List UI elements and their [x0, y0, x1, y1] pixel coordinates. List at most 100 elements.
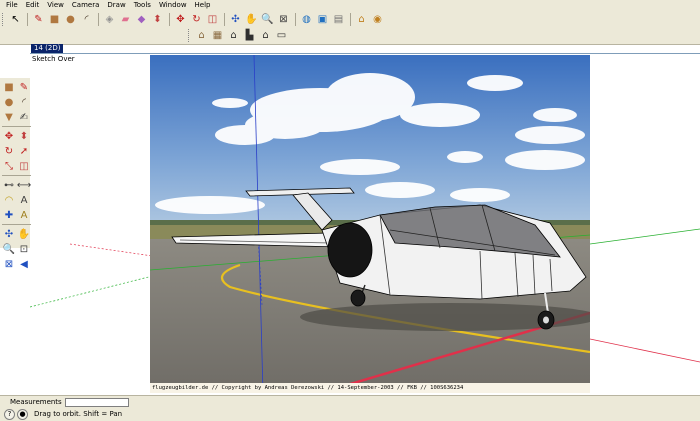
- back-view-button[interactable]: ⌂: [258, 28, 273, 43]
- toolbar-separator: [169, 13, 170, 26]
- circle-icon: ●: [66, 14, 75, 25]
- sidebar-previous-view-tool[interactable]: ◀: [17, 257, 31, 271]
- 3d-text-icon: A: [20, 209, 28, 221]
- iso-view-button[interactable]: ⌂: [194, 28, 209, 43]
- offset-icon: ◫: [207, 14, 218, 25]
- push-pull-tool[interactable]: ⬍: [150, 12, 165, 27]
- offset-icon: ◫: [19, 160, 29, 172]
- scene-tab[interactable]: 14 (2D): [31, 44, 64, 53]
- sidebar-separator: [2, 175, 31, 176]
- menu-help[interactable]: Help: [191, 0, 215, 10]
- toolbar-grip[interactable]: [188, 29, 192, 42]
- rotate-tool[interactable]: ↻: [189, 12, 204, 27]
- zoom-window-icon: ⊡: [19, 243, 29, 255]
- reference-photo: flugzeugbilder.de // Copyright by Andrea…: [150, 55, 590, 393]
- sidebar-zoom-tool[interactable]: 🔍: [2, 242, 16, 256]
- menu-tools[interactable]: Tools: [130, 0, 155, 10]
- sidebar-zoom-window-tool[interactable]: ⊡: [17, 242, 31, 256]
- menu-camera[interactable]: Camera: [68, 0, 103, 10]
- axes-icon: ✚: [4, 209, 14, 221]
- arc-icon: ◜: [84, 14, 89, 25]
- components-tool[interactable]: ▤: [331, 12, 346, 27]
- menu-view[interactable]: View: [43, 0, 68, 10]
- paint-bucket-tool[interactable]: ◆: [134, 12, 149, 27]
- sidebar-dimension-tool[interactable]: ⟷: [17, 178, 31, 192]
- previous-view-icon: ◀: [20, 258, 28, 270]
- sidebar-circle-tool[interactable]: ●: [2, 95, 16, 109]
- rectangle-tool[interactable]: ■: [47, 12, 62, 27]
- toolbar-separator: [27, 13, 28, 26]
- component-icon: ◈: [105, 14, 114, 25]
- menu-file[interactable]: File: [2, 0, 22, 10]
- sidebar-line-tool[interactable]: ✎: [17, 80, 31, 94]
- extension-icon: ◉: [373, 14, 382, 25]
- magnifier-icon: 🔍: [261, 14, 274, 25]
- sidebar-3d-text-tool[interactable]: A: [17, 208, 31, 222]
- move-icon: ✥: [176, 14, 185, 25]
- globe-icon: ◍: [302, 14, 311, 25]
- left-view-button[interactable]: ▭: [274, 28, 289, 43]
- photo-credit: flugzeugbilder.de // Copyright by Andrea…: [150, 383, 590, 393]
- sidebar-pan-tool[interactable]: ✋: [17, 227, 31, 241]
- get-models-tool[interactable]: ◍: [299, 12, 314, 27]
- sidebar-axes-tool[interactable]: ✚: [2, 208, 16, 222]
- front-view-button[interactable]: ⌂: [226, 28, 241, 43]
- sidebar-separator: [2, 126, 31, 127]
- front-view-icon: ⌂: [230, 30, 237, 41]
- main-wheel: [350, 289, 366, 307]
- right-view-button[interactable]: ▙: [242, 28, 257, 43]
- sidebar-orbit-tool[interactable]: ✣: [2, 227, 16, 241]
- top-view-button[interactable]: ▦: [210, 28, 225, 43]
- menu-edit[interactable]: Edit: [22, 0, 44, 10]
- rotate-icon: ↻: [192, 14, 201, 25]
- eraser-tool[interactable]: ▰: [118, 12, 133, 27]
- sidebar-push-pull-tool[interactable]: ⬍: [17, 129, 31, 143]
- sidebar-follow-me-tool[interactable]: ➚: [17, 144, 31, 158]
- hand-icon: ✋: [245, 14, 258, 25]
- sidebar-scale-tool[interactable]: ⤡: [2, 159, 16, 173]
- circle-tool[interactable]: ●: [63, 12, 78, 27]
- line-tool[interactable]: ✎: [31, 12, 46, 27]
- main-toolbar: ↖ ✎ ■ ● ◜ ◈ ▰ ◆ ⬍ ✥ ↻ ◫ ✣ ✋ 🔍 ⊠ ◍ ▣ ▤ ⌂ ◉: [2, 11, 386, 28]
- zoom-extents-tool[interactable]: ⊠: [276, 12, 291, 27]
- sidebar-rectangle-tool[interactable]: ■: [2, 80, 16, 94]
- sidebar-rotate-tool[interactable]: ↻: [2, 144, 16, 158]
- share-model-tool[interactable]: ▣: [315, 12, 330, 27]
- measurements-input[interactable]: [64, 397, 129, 407]
- select-tool[interactable]: ↖: [8, 12, 23, 27]
- sidebar-tape-measure-tool[interactable]: ⊷: [2, 178, 16, 192]
- pan-icon: ✋: [17, 228, 31, 240]
- follow-me-icon: ➚: [19, 145, 29, 157]
- geolocation-icon[interactable]: ●: [17, 408, 28, 420]
- warehouse-tool[interactable]: ⌂: [354, 12, 369, 27]
- orbit-tool[interactable]: ✣: [228, 12, 243, 27]
- make-component-tool[interactable]: ◈: [102, 12, 117, 27]
- move-tool[interactable]: ✥: [173, 12, 188, 27]
- sidebar-freehand-tool[interactable]: ✍: [17, 110, 31, 124]
- rectangle-icon: ■: [49, 14, 60, 25]
- engine-cowl: [327, 222, 373, 278]
- toolbar-grip[interactable]: [2, 13, 6, 26]
- sidebar-arc-tool[interactable]: ◜: [17, 95, 31, 109]
- orbit-icon: ✣: [4, 228, 14, 240]
- zoom-tool[interactable]: 🔍: [260, 12, 275, 27]
- sidebar-zoom-extents-tool[interactable]: ⊠: [2, 257, 16, 271]
- help-icon[interactable]: ?: [4, 408, 15, 420]
- menu-draw[interactable]: Draw: [103, 0, 129, 10]
- sidebar-move-tool[interactable]: ✥: [2, 129, 16, 143]
- house-icon: ⌂: [358, 14, 365, 25]
- pan-tool[interactable]: ✋: [244, 12, 259, 27]
- arc-tool[interactable]: ◜: [79, 12, 94, 27]
- offset-tool[interactable]: ◫: [205, 12, 220, 27]
- sidebar-offset-tool[interactable]: ◫: [17, 159, 31, 173]
- zoom-extents-icon: ⊠: [4, 258, 14, 270]
- menu-window[interactable]: Window: [155, 0, 191, 10]
- tape-measure-icon: ⊷: [4, 179, 14, 191]
- menu-bar: File Edit View Camera Draw Tools Window Help: [0, 0, 700, 10]
- extension-tool[interactable]: ◉: [370, 12, 385, 27]
- toolbar-separator: [295, 13, 296, 26]
- sidebar-polygon-tool[interactable]: ▼: [2, 110, 16, 124]
- measurements-label: Measurements: [10, 398, 62, 406]
- sidebar-protractor-tool[interactable]: ◠: [2, 193, 16, 207]
- sidebar-text-tool[interactable]: A: [17, 193, 31, 207]
